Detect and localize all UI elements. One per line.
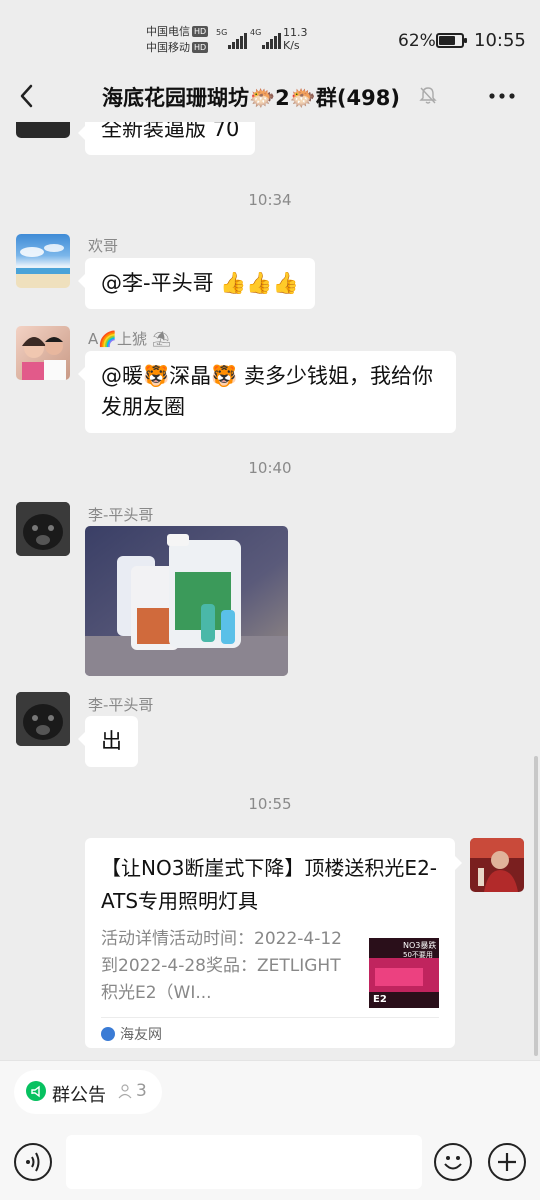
status-bar: 中国电信 HD 中国移动 HD 5G 4G 11.3 K/s 62% 10:55 bbox=[0, 0, 540, 70]
link-card-message[interactable]: 【让NO3断崖式下降】顶楼送积光E2-ATS专用照明灯具 活动详情活动时间：20… bbox=[85, 838, 462, 1048]
message-text: 出 bbox=[101, 729, 122, 753]
more-options-button[interactable] bbox=[484, 82, 520, 110]
sender-name: 李-平头哥 bbox=[88, 506, 154, 524]
carrier-info: 中国电信 HD 中国移动 HD bbox=[146, 24, 209, 56]
hd-badge: HD bbox=[192, 42, 209, 53]
thumbs-up-emoji: 👍👍👍 bbox=[220, 271, 299, 295]
avatar[interactable] bbox=[16, 122, 70, 138]
more-dots-icon bbox=[489, 93, 515, 99]
sender-name: 欢哥 bbox=[88, 237, 119, 255]
chat-header: 海底花园珊瑚坊🐡2🐡群(498) bbox=[0, 70, 540, 122]
message-list[interactable]: 全新装逼版 70 10:34 欢哥 @李-平头哥 👍👍👍 A🌈上猇 ⛱ @暖🐯深… bbox=[0, 122, 540, 1060]
carrier-1: 中国电信 bbox=[146, 25, 190, 38]
avatar[interactable] bbox=[16, 326, 70, 380]
voice-button[interactable] bbox=[14, 1143, 52, 1181]
hd-badge: HD bbox=[192, 26, 209, 37]
source-logo-icon bbox=[101, 1027, 115, 1041]
clock: 10:55 bbox=[474, 30, 526, 51]
voice-icon bbox=[26, 1152, 40, 1172]
timestamp: 10:55 bbox=[248, 795, 292, 813]
timestamp: 10:34 bbox=[248, 191, 292, 209]
chevron-left-icon bbox=[20, 84, 33, 108]
notice-label: 群公告 bbox=[52, 1085, 106, 1106]
group-notice-chip[interactable]: 群公告 3 bbox=[14, 1070, 162, 1114]
bottles-photo bbox=[85, 526, 288, 676]
message-text: @李-平头哥 bbox=[101, 271, 221, 295]
scrollbar[interactable] bbox=[534, 756, 538, 1056]
message-text: 全新装逼版 70 bbox=[101, 122, 240, 141]
thumb-text-3: E2 bbox=[373, 994, 387, 1005]
battery-percent: 62% bbox=[398, 31, 436, 51]
sender-name: 李-平头哥 bbox=[88, 696, 154, 714]
timestamp: 10:40 bbox=[248, 459, 292, 477]
beach-photo-icon bbox=[16, 244, 70, 288]
carrier-2: 中国移动 bbox=[146, 41, 190, 54]
signal-5g-icon: 5G bbox=[216, 28, 248, 49]
plus-icon bbox=[498, 1153, 516, 1171]
message-input[interactable] bbox=[66, 1135, 422, 1189]
dog-photo-icon bbox=[16, 502, 70, 556]
people-icon bbox=[118, 1084, 132, 1099]
smiley-icon bbox=[444, 1156, 462, 1170]
battery-icon bbox=[436, 33, 467, 48]
source-label: 海友网 bbox=[120, 1027, 162, 1043]
avatar[interactable] bbox=[16, 502, 70, 556]
back-button[interactable] bbox=[14, 82, 42, 110]
notice-icon bbox=[26, 1081, 46, 1101]
thumb-text-1: NO3暴跌 bbox=[403, 940, 436, 950]
dog-photo-icon bbox=[16, 692, 70, 746]
message-bubble[interactable]: @李-平头哥 👍👍👍 bbox=[78, 258, 315, 309]
input-bar: 群公告 3 bbox=[0, 1060, 540, 1200]
couple-photo-icon bbox=[22, 337, 66, 380]
card-title: 【让NO3断崖式下降】顶楼送积光E2-ATS专用照明灯具 bbox=[101, 856, 438, 913]
message-text: @暖🐯深晶🐯 卖多少钱姐，我给你发朋友圈 bbox=[101, 364, 433, 419]
message-bubble[interactable]: @暖🐯深晶🐯 卖多少钱姐，我给你发朋友圈 bbox=[78, 351, 456, 433]
message-bubble[interactable]: 全新装逼版 70 bbox=[77, 122, 256, 155]
my-avatar[interactable] bbox=[470, 838, 524, 892]
image-message[interactable] bbox=[85, 526, 288, 676]
emoji-button[interactable] bbox=[434, 1143, 472, 1181]
signal-4g-icon: 4G bbox=[250, 28, 282, 49]
chat-title: 海底花园珊瑚坊🐡2🐡群(498) bbox=[102, 86, 400, 110]
notice-count: 3 bbox=[136, 1081, 147, 1101]
network-speed: 11.3 K/s bbox=[283, 26, 308, 52]
card-thumbnail: NO3暴跌 50不要用 E2 bbox=[369, 938, 439, 1008]
plus-button[interactable] bbox=[488, 1143, 526, 1181]
card-description: 活动详情活动时间：2022-4-12到2022-4-28奖品：ZETLIGHT积… bbox=[101, 929, 342, 1003]
card-source: 海友网 bbox=[101, 1024, 162, 1044]
message-bubble[interactable]: 出 bbox=[78, 716, 138, 767]
sender-name: A🌈上猇 ⛱ bbox=[88, 330, 171, 348]
thumb-text-2: 50不要用 bbox=[403, 951, 433, 959]
portrait-photo-icon bbox=[470, 838, 524, 892]
avatar[interactable] bbox=[16, 692, 70, 746]
avatar[interactable] bbox=[16, 234, 70, 288]
divider bbox=[101, 1017, 439, 1018]
mute-bell-icon bbox=[419, 87, 437, 104]
